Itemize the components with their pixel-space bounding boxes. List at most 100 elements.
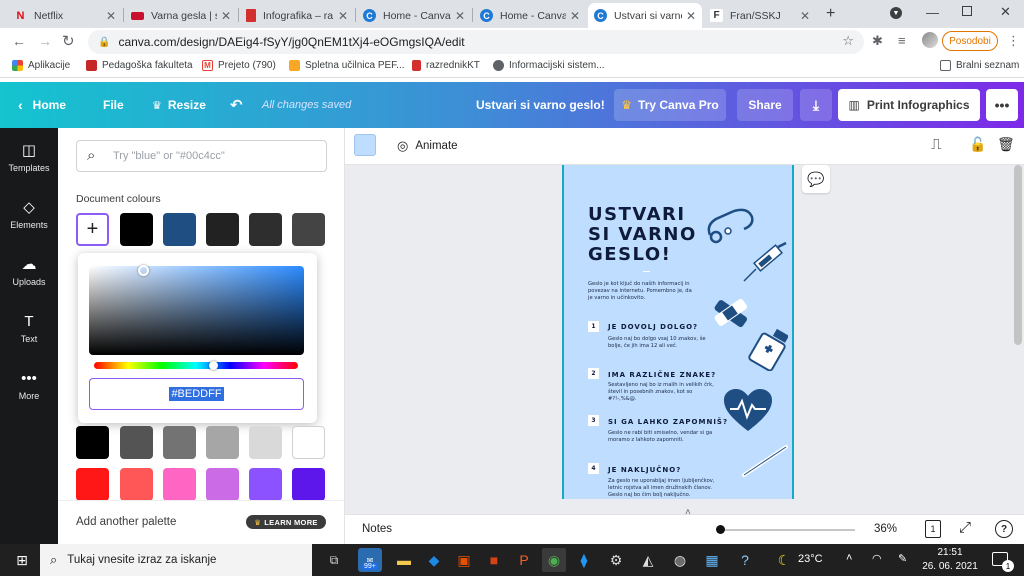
unlock-icon[interactable]: 🔓 (969, 136, 986, 153)
window-close-icon[interactable]: ✕ (1000, 4, 1011, 20)
hue-slider[interactable] (94, 362, 298, 369)
browser-tab[interactable]: C Home - Canva ✕ (474, 3, 586, 28)
bookmark-item[interactable]: Spletna učilnica PEF... (289, 60, 405, 71)
poster-title-line[interactable]: USTVARI (588, 205, 686, 225)
close-icon[interactable]: ✕ (570, 9, 580, 23)
zoom-slider-handle[interactable] (716, 525, 725, 534)
hex-input[interactable]: #BEDDFF (89, 378, 304, 410)
restore-icon[interactable] (962, 6, 972, 16)
saturation-handle[interactable] (138, 265, 149, 276)
item-heading[interactable]: IMA RAZLIČNE ZNAKE? (608, 371, 716, 379)
close-icon[interactable]: ✕ (106, 9, 116, 23)
rail-item-elements[interactable]: ◇ Elements (0, 187, 58, 243)
browser-tab[interactable]: N Netflix ✕ (8, 3, 122, 28)
hue-handle[interactable] (209, 361, 218, 370)
colour-swatch[interactable] (292, 213, 325, 246)
colour-swatch[interactable] (120, 426, 153, 459)
close-icon[interactable]: ✕ (800, 9, 810, 23)
item-heading[interactable]: JE NAKLJUČNO? (608, 466, 681, 474)
weather-icon[interactable]: ☾ (772, 548, 796, 572)
colour-swatch[interactable] (120, 468, 153, 501)
colour-swatch[interactable] (249, 468, 282, 501)
powerpoint-icon[interactable]: P (512, 548, 536, 572)
chevron-up-icon[interactable]: ˄ (846, 552, 852, 564)
close-icon[interactable]: ✕ (338, 9, 348, 23)
colour-swatch[interactable] (76, 426, 109, 459)
saturation-area[interactable] (89, 266, 304, 355)
print-button[interactable]: ▥ Print Infographics (838, 89, 980, 121)
rail-item-more[interactable]: ••• More (0, 358, 58, 414)
trash-icon[interactable]: 🗑 (997, 136, 1015, 153)
colour-swatch[interactable] (292, 426, 325, 459)
background-colour-button[interactable] (354, 134, 376, 156)
extensions-icon[interactable]: ✱ (872, 33, 883, 49)
medicine-bottle-icon[interactable] (746, 325, 788, 371)
wifi-icon[interactable]: ◠ (872, 552, 882, 565)
back-icon[interactable]: ← (12, 33, 26, 49)
bookmark-item[interactable]: Pedagoška fakulteta (86, 60, 193, 71)
browser-tab[interactable]: Infografika – ra ✕ (240, 3, 354, 28)
colour-swatch[interactable] (163, 468, 196, 501)
poster-title-line[interactable]: SI VARNO (588, 225, 697, 245)
bookmark-item[interactable]: Informacijski sistem... (493, 60, 605, 71)
add-comment-icon[interactable]: 💬 (802, 165, 830, 193)
weather-temp[interactable]: 23°C (798, 553, 823, 565)
stethoscope-icon[interactable] (704, 205, 760, 245)
file-menu-button[interactable]: File (103, 82, 124, 128)
onenote-icon[interactable]: ■ (482, 548, 506, 572)
help-icon[interactable]: ? (995, 520, 1013, 538)
zoom-slider-track[interactable] (720, 529, 855, 531)
minimize-icon[interactable]: — (926, 5, 939, 20)
colour-swatch[interactable] (292, 468, 325, 501)
paint-roller-icon[interactable]: ⎍ (931, 136, 942, 153)
item-text[interactable]: Za geslo ne uporabljaj imen ljubljenčkov… (608, 478, 720, 499)
dropbox-icon[interactable]: ◆ (422, 548, 446, 572)
colour-swatch[interactable] (163, 213, 196, 246)
menu-kebab-icon[interactable]: ⋮ (1007, 33, 1020, 49)
rail-item-text[interactable]: T Text (0, 301, 58, 357)
colour-swatch[interactable] (206, 468, 239, 501)
colour-swatch[interactable] (120, 213, 153, 246)
share-button[interactable]: Share (737, 89, 793, 121)
add-colour-button[interactable]: + (76, 213, 109, 246)
resize-button[interactable]: ♛ Resize (152, 82, 206, 128)
reading-list-icon[interactable]: ≡ (898, 33, 906, 48)
bookmark-star-icon[interactable]: ☆ (842, 33, 854, 49)
item-text[interactable]: Geslo ne rabi biti smiselno, vendar si g… (608, 430, 720, 444)
add-palette-link[interactable]: Add another palette (76, 516, 176, 528)
colour-search-input[interactable]: ⌕ Try "blue" or "#00c4cc" (76, 140, 327, 172)
new-tab-icon[interactable]: + (826, 5, 835, 23)
colour-swatch[interactable] (206, 426, 239, 459)
bandage-icon[interactable] (710, 295, 750, 331)
clock-date[interactable]: 26. 06. 2021 (918, 561, 982, 572)
close-icon[interactable]: ✕ (686, 9, 696, 23)
app-icon[interactable]: ◍ (668, 548, 692, 572)
colour-swatch[interactable] (163, 426, 196, 459)
rail-item-templates[interactable]: ◫ Templates (0, 130, 58, 186)
photos-icon[interactable]: ▦ (700, 548, 724, 572)
rail-item-uploads[interactable]: ☁ Uploads (0, 244, 58, 300)
chevron-up-icon[interactable]: ˄ (685, 507, 691, 518)
animate-button[interactable]: ◎ Animate (397, 138, 458, 154)
item-text[interactable]: Geslo naj bo dolgo vsaj 10 znakov, še bo… (608, 336, 720, 350)
try-pro-button[interactable]: ♛ Try Canva Pro (614, 89, 726, 121)
undo-icon[interactable]: ↶ (230, 82, 243, 128)
zoom-level[interactable]: 36% (874, 523, 897, 535)
vertical-scrollbar[interactable] (1014, 165, 1022, 345)
update-button[interactable]: Posodobi (942, 31, 998, 51)
bookmark-item[interactable]: razrednikKT (412, 60, 480, 71)
office-icon[interactable]: ▣ (452, 548, 476, 572)
file-explorer-icon[interactable]: ▬ (392, 548, 416, 572)
help-app-icon[interactable]: ? (733, 548, 757, 572)
learn-more-button[interactable]: ♛ LEARN MORE (246, 515, 326, 529)
address-bar[interactable]: 🔒 canva.com/design/DAEig4-fSyY/jg0QnEM1t… (88, 30, 864, 54)
heart-pulse-icon[interactable] (722, 387, 774, 433)
bookmark-item[interactable]: Aplikacije (12, 60, 70, 71)
poster-title-line[interactable]: GESLO! (588, 245, 671, 265)
colour-swatch[interactable] (76, 468, 109, 501)
home-button[interactable]: ‹ Home (18, 82, 66, 128)
poster-intro[interactable]: Geslo je kot ključ do naših informacij i… (588, 281, 698, 302)
close-icon[interactable]: ✕ (221, 9, 231, 23)
browser-tab-active[interactable]: C Ustvari si varno ✕ (588, 3, 702, 28)
avatar[interactable] (922, 32, 938, 48)
